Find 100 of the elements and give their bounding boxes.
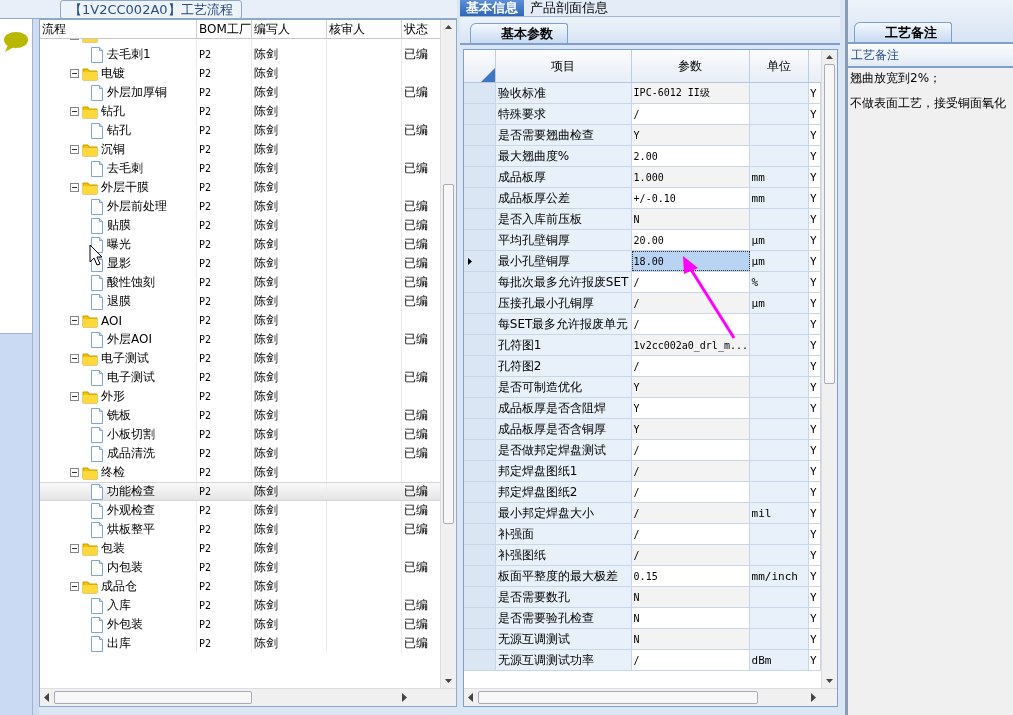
table-cell[interactable]: N bbox=[633, 213, 640, 225]
table-cell[interactable]: N bbox=[633, 591, 640, 603]
tree-row[interactable]: 包装 P2 陈剑 bbox=[40, 539, 440, 558]
scroll-left-icon[interactable] bbox=[468, 693, 474, 702]
table-row[interactable]: 成品板厚公差 +/-0.10 mm Y bbox=[464, 188, 821, 209]
table-row[interactable]: 特殊要求 / Y bbox=[464, 104, 821, 125]
table-cell[interactable]: / bbox=[633, 528, 640, 540]
column-header[interactable]: 核审人 bbox=[327, 20, 402, 38]
table-cell[interactable]: 1.000 bbox=[633, 171, 664, 183]
table-cell[interactable]: / bbox=[633, 360, 640, 372]
collapse-icon[interactable] bbox=[70, 145, 79, 154]
table-cell[interactable]: Y bbox=[633, 129, 640, 141]
column-header[interactable]: 状态 bbox=[402, 20, 438, 38]
table-row[interactable]: 最小邦定焊盘大小 / mil Y bbox=[464, 503, 821, 524]
table-cell[interactable]: 20.00 bbox=[633, 234, 664, 246]
table-cell[interactable]: / bbox=[633, 465, 640, 477]
table-row[interactable]: 最大翘曲度% 2.00 Y bbox=[464, 146, 821, 167]
tree-row[interactable]: 成品仓 P2 陈剑 bbox=[40, 577, 440, 596]
table-row[interactable]: 邦定焊盘图纸1 / Y bbox=[464, 461, 821, 482]
column-header[interactable]: BOM工厂 bbox=[197, 20, 252, 38]
table-row[interactable]: 平均孔壁铜厚 20.00 μm Y bbox=[464, 230, 821, 251]
tree-row[interactable]: 贴膜 P2 陈剑 已编 bbox=[40, 216, 440, 235]
table-row[interactable]: 孔符图1 1v2cc002a0_drl_m... Y bbox=[464, 335, 821, 356]
tree-row[interactable]: 退膜 P2 陈剑 已编 bbox=[40, 292, 440, 311]
tree-row[interactable]: 沉铜 P2 陈剑 bbox=[40, 140, 440, 159]
table-cell[interactable]: / bbox=[633, 318, 640, 330]
tree-row[interactable]: 出库 P2 陈剑 已编 bbox=[40, 634, 440, 653]
table-cell[interactable]: / bbox=[633, 276, 640, 288]
tree-row[interactable]: AOI P2 陈剑 bbox=[40, 311, 440, 330]
table-row[interactable]: 是否需要验孔检查 N Y bbox=[464, 608, 821, 629]
tree-row[interactable]: 外包装 P2 陈剑 已编 bbox=[40, 615, 440, 634]
vertical-scrollbar[interactable] bbox=[821, 50, 837, 688]
tree-row[interactable]: 外层前处理 P2 陈剑 已编 bbox=[40, 197, 440, 216]
collapse-icon[interactable] bbox=[70, 183, 79, 192]
tree-row[interactable]: 电镀 P2 陈剑 bbox=[40, 64, 440, 83]
table-row[interactable]: 补强面 / Y bbox=[464, 524, 821, 545]
tree-row[interactable]: 酸性蚀刻 P2 陈剑 已编 bbox=[40, 273, 440, 292]
tree-row[interactable]: 铣板 P2 陈剑 已编 bbox=[40, 406, 440, 425]
tree-row[interactable]: 外层AOI P2 陈剑 已编 bbox=[40, 330, 440, 349]
table-row[interactable]: 邦定焊盘图纸2 / Y bbox=[464, 482, 821, 503]
tree-row[interactable]: 去毛刺 P2 陈剑 已编 bbox=[40, 159, 440, 178]
table-row[interactable]: 无源互调测试 N Y bbox=[464, 629, 821, 650]
table-row[interactable]: 板面平整度的最大极差 0.15 mm/inch Y bbox=[464, 566, 821, 587]
tree-row[interactable]: 外形 P2 陈剑 bbox=[40, 387, 440, 406]
collapse-icon[interactable] bbox=[70, 392, 79, 401]
table-cell[interactable]: / bbox=[633, 654, 640, 666]
collapse-icon[interactable] bbox=[70, 582, 79, 591]
table-cell[interactable]: +/-0.10 bbox=[633, 192, 676, 204]
tree-row[interactable]: 小板切割 P2 陈剑 已编 bbox=[40, 425, 440, 444]
table-row[interactable]: 无源互调测试功率 / dBm Y bbox=[464, 650, 821, 671]
table-cell[interactable]: / bbox=[633, 507, 640, 519]
tree-row[interactable]: 内包装 P2 陈剑 已编 bbox=[40, 558, 440, 577]
table-cell[interactable]: Y bbox=[633, 381, 640, 393]
subtab[interactable]: 基本参数 bbox=[470, 23, 568, 43]
table-cell[interactable]: / bbox=[633, 297, 640, 309]
table-row[interactable]: 每批次最多允许报废SET / % Y bbox=[464, 272, 821, 293]
scroll-left-icon[interactable] bbox=[44, 693, 50, 702]
table-cell[interactable]: Y bbox=[633, 402, 640, 414]
table-cell[interactable]: 0.15 bbox=[633, 570, 658, 582]
table-row[interactable]: 是否做邦定焊盘测试 / Y bbox=[464, 440, 821, 461]
tab[interactable]: 基本信息 bbox=[460, 0, 524, 16]
collapse-icon[interactable] bbox=[70, 544, 79, 553]
column-header[interactable]: 参数 bbox=[631, 50, 750, 82]
table-cell[interactable]: / bbox=[633, 108, 640, 120]
table-row[interactable]: 成品板厚 1.000 mm Y bbox=[464, 167, 821, 188]
collapse-icon[interactable] bbox=[70, 316, 79, 325]
horizontal-scrollbar[interactable] bbox=[40, 688, 456, 706]
tree-row[interactable]: 外观检查 P2 陈剑 已编 bbox=[40, 501, 440, 520]
tree-row[interactable]: 去毛刺1 P2 陈剑 已编 bbox=[40, 45, 440, 64]
horizontal-scrollbar[interactable] bbox=[464, 688, 837, 706]
tree-row[interactable]: 入库 P2 陈剑 已编 bbox=[40, 596, 440, 615]
table-cell[interactable]: / bbox=[633, 549, 640, 561]
table-row[interactable]: 是否入库前压板 N Y bbox=[464, 209, 821, 230]
scroll-right-icon[interactable] bbox=[402, 693, 408, 702]
tree-row[interactable]: 外层干膜 P2 陈剑 bbox=[40, 178, 440, 197]
tab[interactable]: 产品剖面信息 bbox=[524, 0, 614, 16]
vertical-scrollbar[interactable] bbox=[440, 20, 456, 688]
tree-row[interactable]: 外层加厚铜 P2 陈剑 已编 bbox=[40, 83, 440, 102]
table-row[interactable]: 成品板厚是否含铜厚 Y Y bbox=[464, 419, 821, 440]
table-row[interactable]: 每SET最多允许报废单元 / Y bbox=[464, 314, 821, 335]
collapse-icon[interactable] bbox=[70, 107, 79, 116]
tree-row[interactable]: 钻孔 P2 陈剑 bbox=[40, 102, 440, 121]
table-cell[interactable]: / bbox=[633, 486, 640, 498]
table-cell[interactable]: N bbox=[633, 612, 640, 624]
table-row[interactable]: 压接孔最小孔铜厚 / μm Y bbox=[464, 293, 821, 314]
panel-title-tab[interactable]: 【1V2CC002A0】工艺流程 bbox=[60, 0, 242, 19]
table-row[interactable]: 是否需要数孔 N Y bbox=[464, 587, 821, 608]
table-row[interactable]: 孔符图2 / Y bbox=[464, 356, 821, 377]
table-row[interactable]: 成品板厚是否含阻焊 Y Y bbox=[464, 398, 821, 419]
table-cell[interactable]: / bbox=[633, 444, 640, 456]
tree-row[interactable]: 烘板整平 P2 陈剑 已编 bbox=[40, 520, 440, 539]
tree-row[interactable]: 电子测试 P2 陈剑 已编 bbox=[40, 368, 440, 387]
scroll-right-icon[interactable] bbox=[811, 693, 817, 702]
table-row[interactable]: 是否需要翘曲检查 Y Y bbox=[464, 125, 821, 146]
table-row[interactable]: 是否可制造优化 Y Y bbox=[464, 377, 821, 398]
selected-row[interactable]: 功能检查 P2 陈剑 已编 bbox=[40, 482, 440, 501]
table-cell[interactable]: N bbox=[633, 633, 640, 645]
collapse-icon[interactable] bbox=[70, 69, 79, 78]
table-cell[interactable]: Y bbox=[633, 423, 640, 435]
table-row[interactable]: 补强图纸 / Y bbox=[464, 545, 821, 566]
